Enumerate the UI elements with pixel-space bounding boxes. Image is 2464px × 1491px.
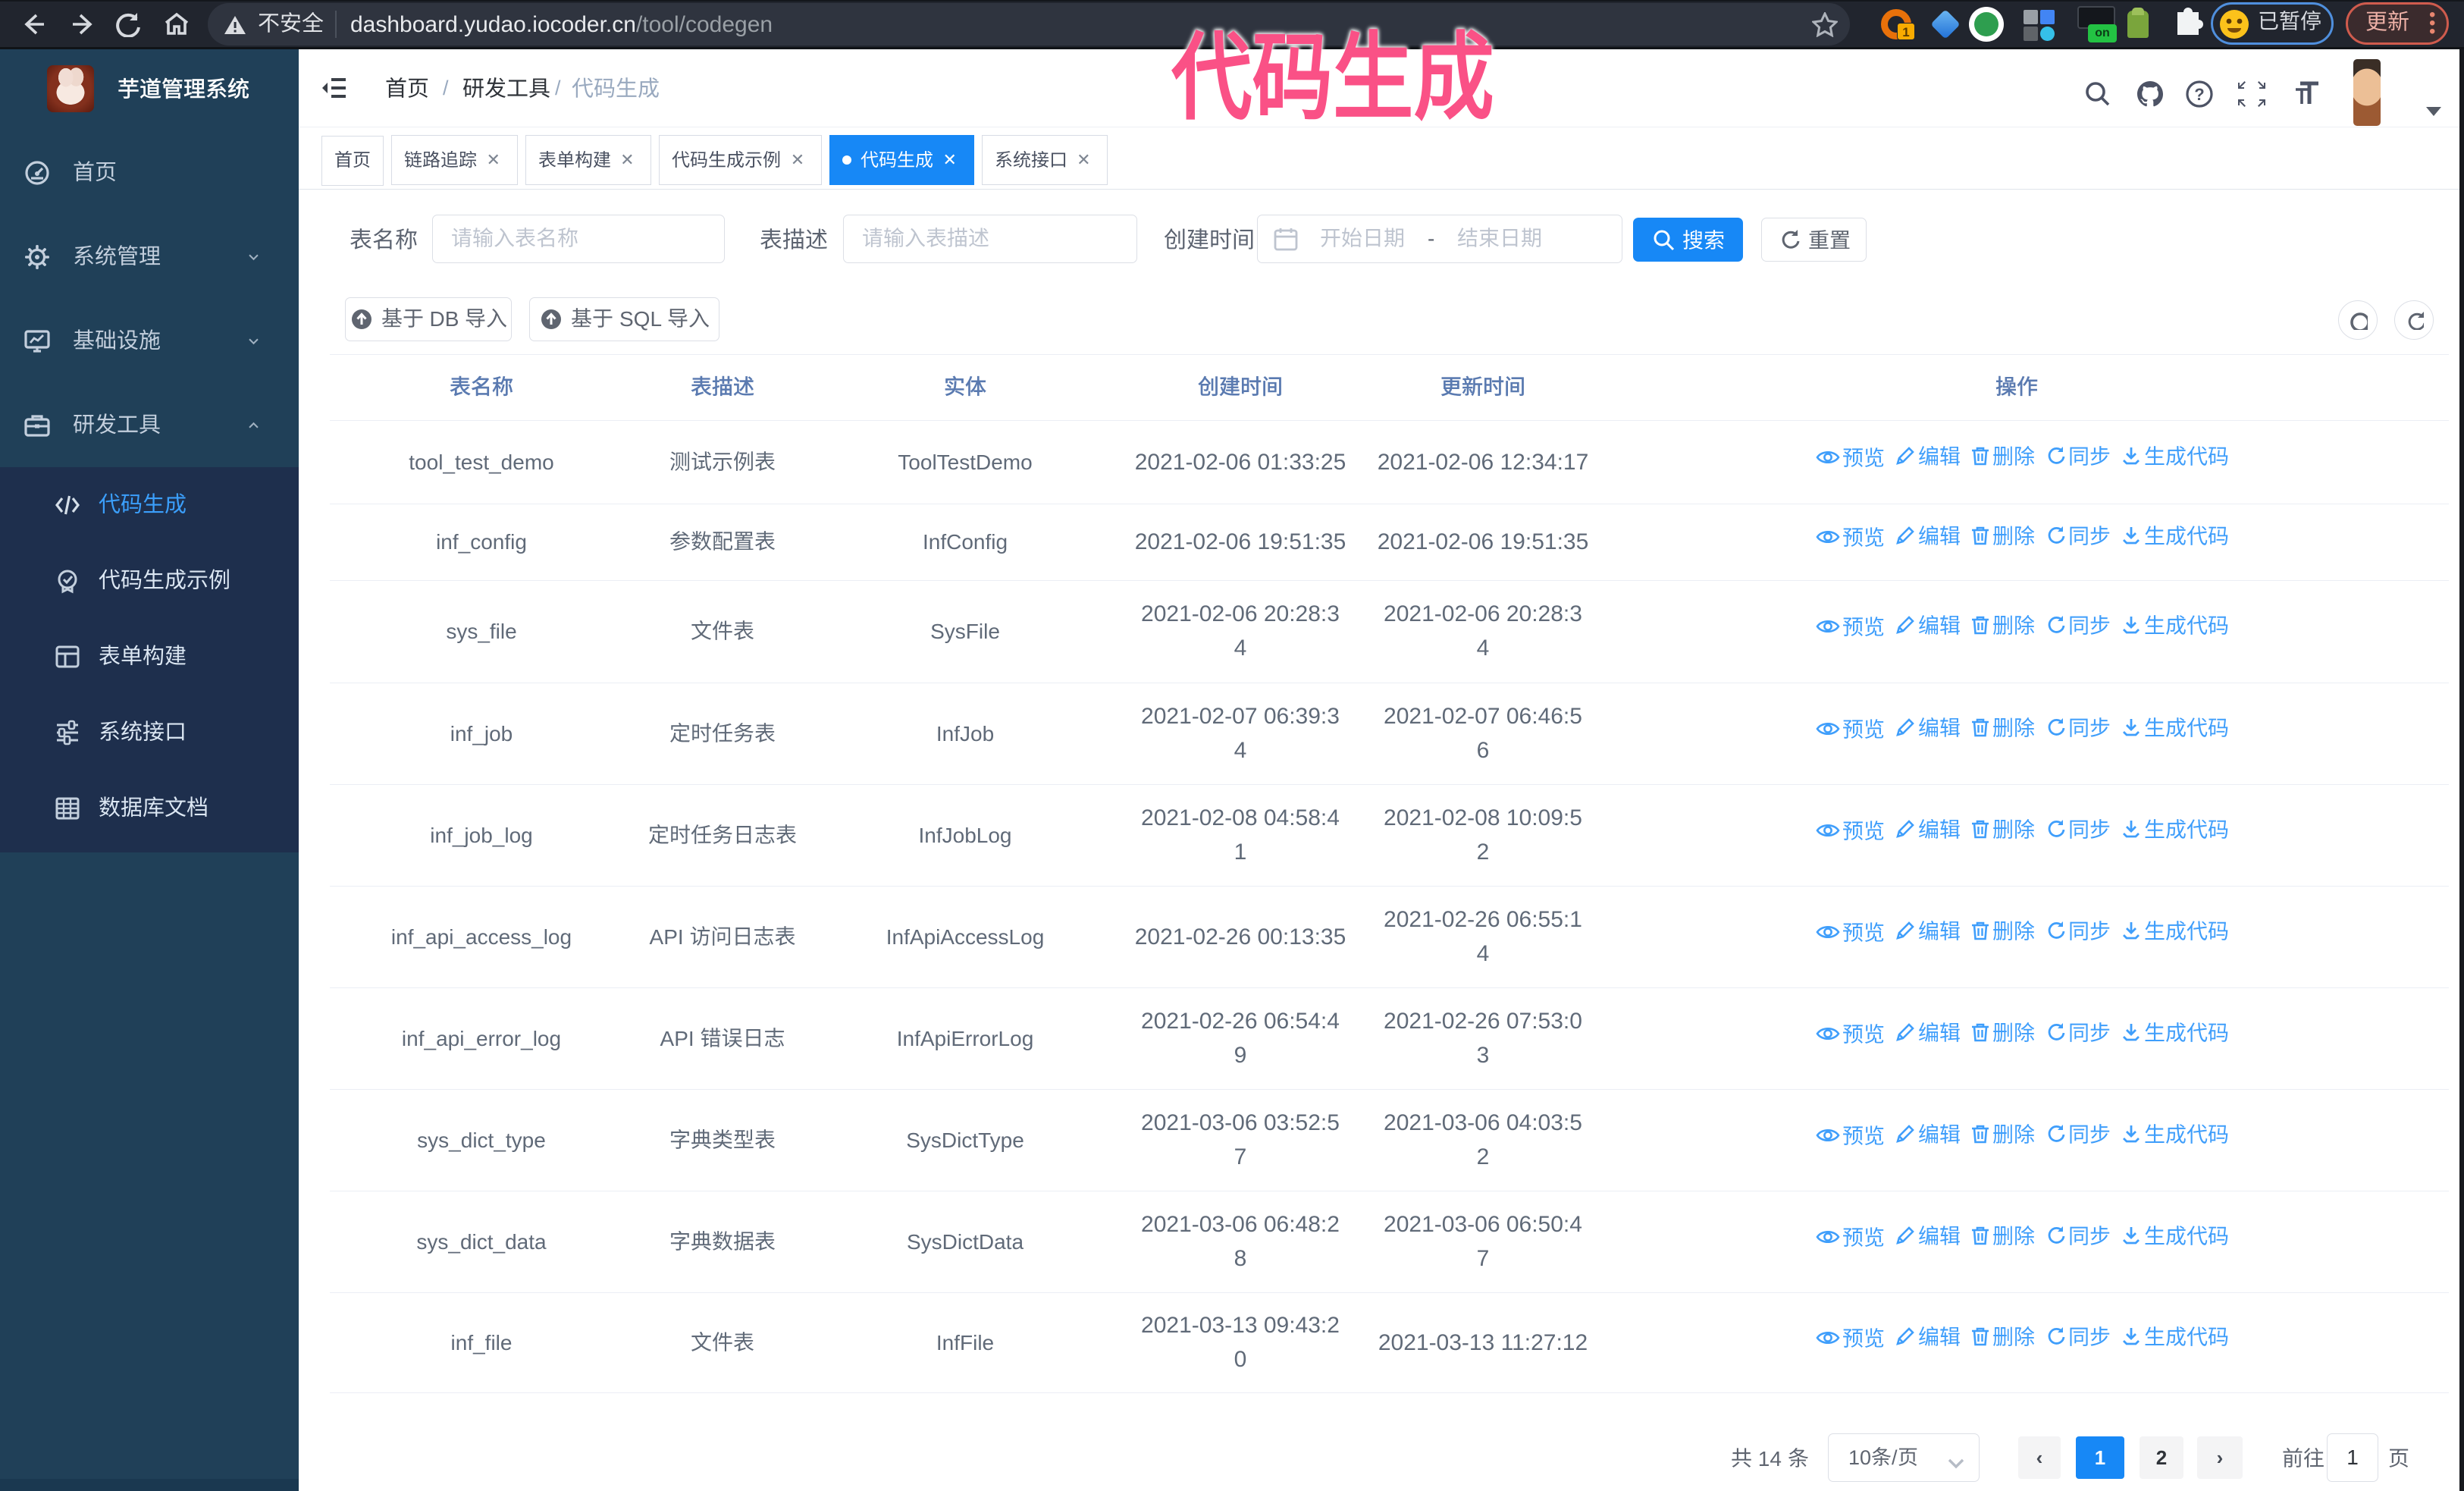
svg-text:?: ? (2194, 85, 2204, 104)
